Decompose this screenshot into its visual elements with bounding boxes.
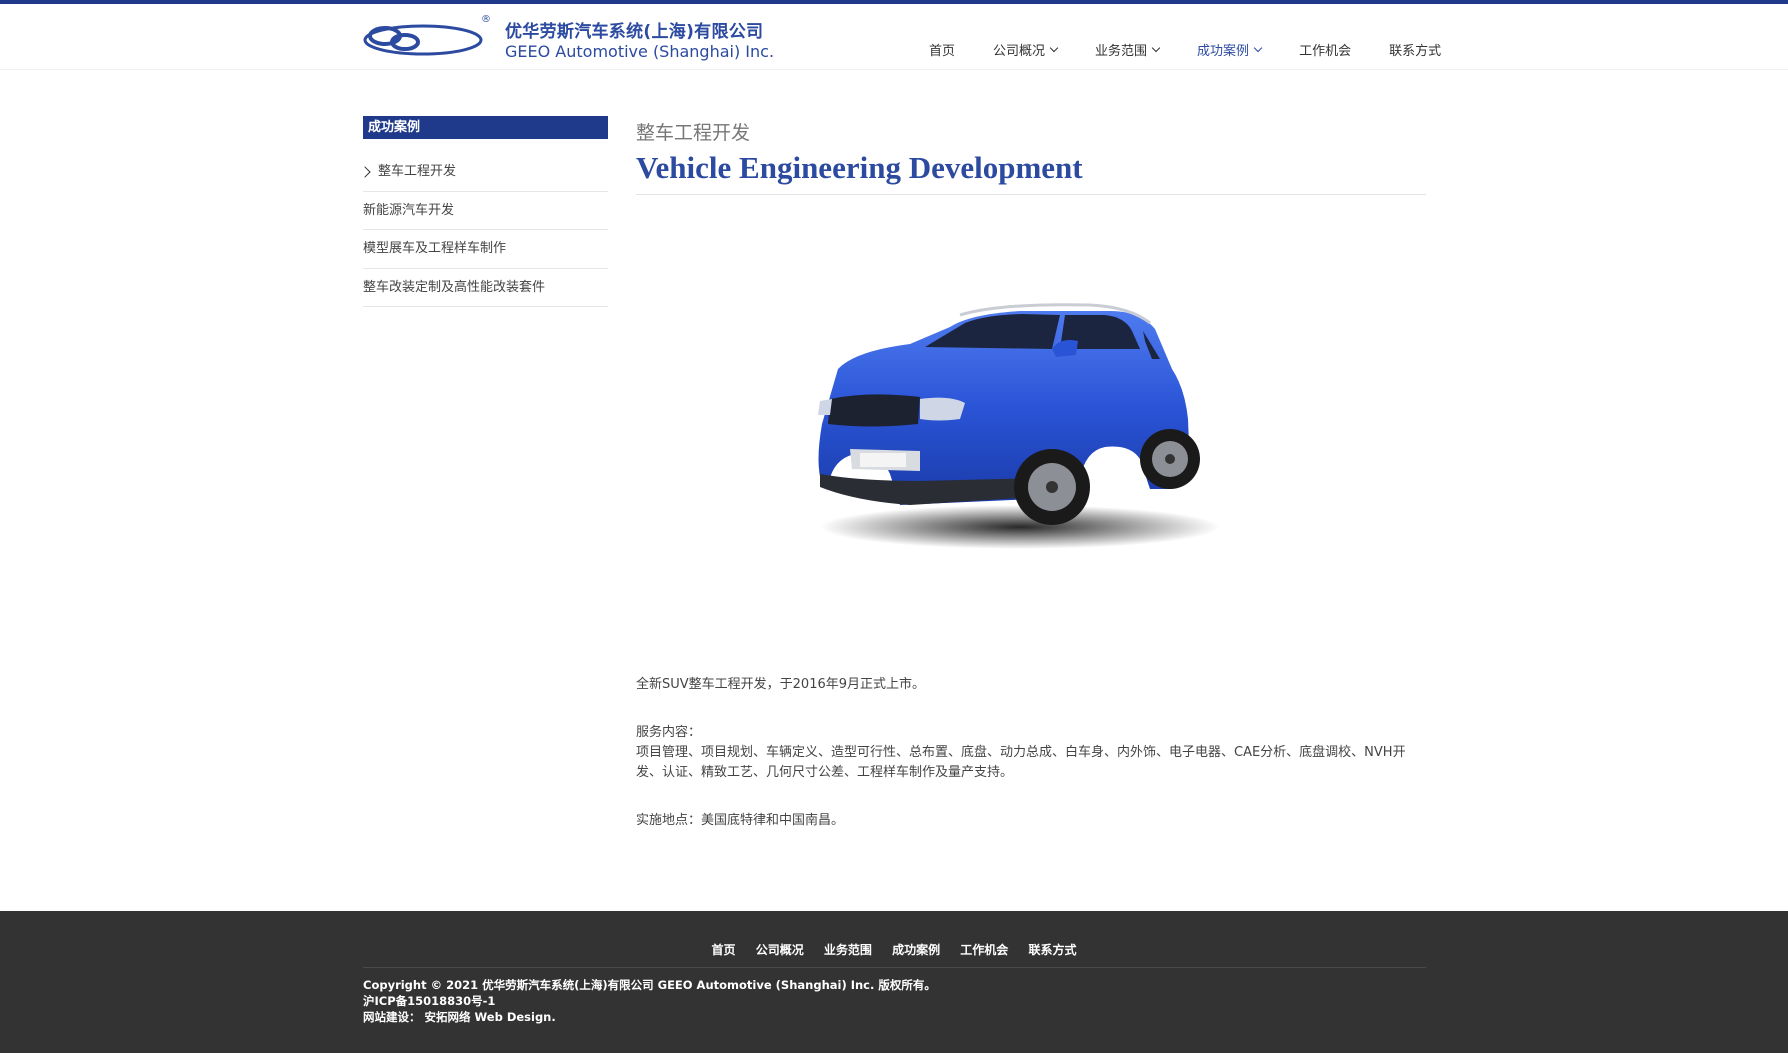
- chevron-down-icon: [1049, 43, 1059, 52]
- footer-link-careers[interactable]: 工作机会: [960, 943, 1008, 957]
- chevron-down-icon: [1253, 43, 1263, 52]
- footer-nav: 首页 公司概况 业务范围 成功案例 工作机会 联系方式: [0, 941, 1788, 958]
- sidebar-item-label: 整车改装定制及高性能改装套件: [363, 279, 546, 295]
- footer-link-business[interactable]: 业务范围: [824, 943, 872, 957]
- nav-label: 成功案例: [1197, 43, 1250, 59]
- brand-name-en: GEEO Automotive (Shanghai) Inc.: [505, 42, 775, 61]
- chevron-down-icon: [1151, 43, 1161, 52]
- footer-link-home[interactable]: 首页: [711, 943, 735, 957]
- services-heading: 服务内容：: [636, 725, 702, 740]
- icp-text[interactable]: 沪ICP备15018830号-1: [363, 993, 936, 1009]
- page-title: Vehicle Engineering Development: [636, 150, 1083, 185]
- sidebar-item-prototype[interactable]: 模型展车及工程样车制作: [363, 230, 608, 269]
- case-description: 全新SUV整车工程开发，于2016年9月正式上市。 服务内容： 项目管理、项目规…: [636, 675, 1426, 859]
- suv-image-icon: [818, 303, 1220, 549]
- nav-label: 公司概况: [993, 43, 1046, 59]
- brand-logo[interactable]: ® 优华劳斯汽车系统(上海)有限公司 GEEO Automotive (Shan…: [363, 14, 783, 70]
- footer-link-company[interactable]: 公司概况: [756, 943, 804, 957]
- sidebar-item-new-energy[interactable]: 新能源汽车开发: [363, 192, 608, 230]
- services-paragraph: 项目管理、项目规划、车辆定义、造型可行性、总布置、底盘、动力总成、白车身、内外饰…: [636, 745, 1406, 780]
- vehicle-photo: [760, 219, 1312, 643]
- sidebar-item-label: 整车工程开发: [378, 164, 457, 179]
- site-footer: 首页 公司概况 业务范围 成功案例 工作机会 联系方式 Copyright © …: [0, 911, 1788, 1053]
- nav-label: 首页: [929, 43, 956, 59]
- sidebar-item-customization[interactable]: 整车改装定制及高性能改装套件: [363, 269, 608, 307]
- footer-link-cases[interactable]: 成功案例: [892, 943, 940, 957]
- nav-item-contact[interactable]: 联系方式: [1389, 40, 1441, 59]
- nav-item-company[interactable]: 公司概况: [993, 40, 1059, 59]
- nav-label: 工作机会: [1299, 43, 1352, 59]
- nav-label: 联系方式: [1389, 43, 1442, 59]
- nav-item-home[interactable]: 首页: [929, 40, 955, 59]
- sidebar-item-vehicle-engineering[interactable]: 整车工程开发: [359, 153, 608, 192]
- sidebar-item-label: 模型展车及工程样车制作: [363, 241, 507, 256]
- nav-item-cases[interactable]: 成功案例: [1197, 40, 1263, 59]
- intro-paragraph: 全新SUV整车工程开发，于2016年9月正式上市。: [636, 677, 926, 692]
- brand-name-cn: 优华劳斯汽车系统(上海)有限公司: [505, 22, 764, 42]
- footer-info: Copyright © 2021 优华劳斯汽车系统(上海)有限公司 GEEO A…: [363, 977, 936, 1025]
- location-paragraph: 实施地点：美国底特律和中国南昌。: [636, 813, 845, 828]
- page-subtitle: 整车工程开发: [636, 122, 751, 144]
- chevron-right-icon: [359, 166, 371, 178]
- web-design-credit[interactable]: 网站建设： 安拓网络 Web Design.: [363, 1009, 936, 1025]
- main-content: 整车工程开发 Vehicle Engineering Development: [636, 116, 1426, 195]
- site-header: ® 优华劳斯汽车系统(上海)有限公司 GEEO Automotive (Shan…: [0, 4, 1788, 70]
- nav-item-careers[interactable]: 工作机会: [1299, 40, 1351, 59]
- nav-item-business[interactable]: 业务范围: [1095, 40, 1161, 59]
- sidebar-title: 成功案例: [363, 116, 608, 139]
- sidebar-item-label: 新能源汽车开发: [363, 202, 455, 218]
- main-nav: 首页 公司概况 业务范围 成功案例 工作机会 联系方式: [900, 34, 1479, 64]
- nav-label: 业务范围: [1095, 43, 1148, 59]
- geeo-logo-icon: [363, 24, 483, 56]
- sidebar-list: 整车工程开发 新能源汽车开发 模型展车及工程样车制作 整车改装定制及高性能改装套…: [359, 153, 608, 307]
- sidebar: 成功案例 整车工程开发 新能源汽车开发 模型展车及工程样车制作 整车改装定制及高…: [359, 116, 608, 307]
- title-divider: [636, 194, 1426, 195]
- footer-divider: [363, 967, 1426, 968]
- registered-mark: ®: [481, 14, 491, 25]
- copyright-text: Copyright © 2021 优华劳斯汽车系统(上海)有限公司 GEEO A…: [363, 978, 936, 992]
- footer-link-contact[interactable]: 联系方式: [1029, 943, 1077, 957]
